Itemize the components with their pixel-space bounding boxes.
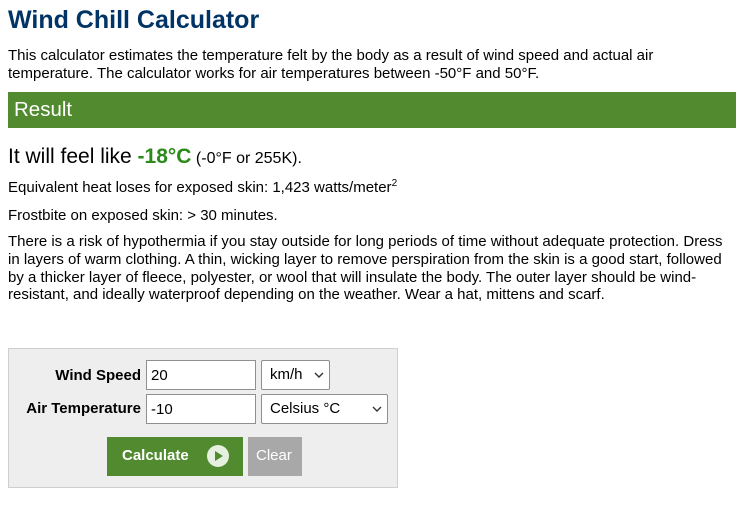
page-title: Wind Chill Calculator bbox=[8, 6, 260, 34]
feel-like-line: It will feel like -18°C (-0°F or 255K). bbox=[8, 143, 302, 173]
wind-speed-unit-select[interactable]: km/h bbox=[261, 360, 330, 390]
calculate-button[interactable]: Calculate bbox=[107, 437, 243, 476]
air-temperature-unit-value: Celsius °C bbox=[270, 400, 341, 417]
heat-loss-line: Equivalent heat loses for exposed skin: … bbox=[8, 179, 397, 197]
wind-speed-input[interactable] bbox=[146, 360, 256, 390]
clear-button[interactable]: Clear bbox=[248, 437, 302, 476]
clear-button-label: Clear bbox=[256, 447, 292, 464]
feel-like-prefix: It will feel like bbox=[8, 145, 138, 168]
heat-loss-text: Equivalent heat loses for exposed skin: … bbox=[8, 179, 392, 196]
result-header: Result bbox=[8, 92, 736, 128]
intro-text: This calculator estimates the temperatur… bbox=[8, 47, 654, 82]
frostbite-line: Frostbite on exposed skin: > 30 minutes. bbox=[8, 207, 278, 224]
feel-like-alternate-units: (-0°F or 255K). bbox=[191, 150, 302, 167]
wind-speed-unit-value: km/h bbox=[270, 366, 303, 383]
air-temperature-unit-select[interactable]: Celsius °C bbox=[261, 394, 388, 424]
air-temperature-input[interactable] bbox=[146, 394, 256, 424]
calculate-button-label: Calculate bbox=[122, 447, 189, 464]
wind-speed-label: Wind Speed bbox=[55, 367, 141, 384]
chevron-down-icon bbox=[372, 406, 382, 412]
feel-like-temperature: -18°C bbox=[137, 145, 192, 168]
air-temperature-label: Air Temperature bbox=[26, 400, 141, 417]
chevron-down-icon bbox=[314, 372, 324, 378]
play-circle-icon bbox=[207, 445, 229, 467]
heat-loss-exponent: 2 bbox=[391, 178, 398, 189]
result-heading: Result bbox=[14, 98, 73, 121]
advice-text: There is a risk of hypothermia if you st… bbox=[8, 233, 723, 304]
calculator-form: Wind Speed km/h Air Temperature Celsius … bbox=[8, 348, 398, 488]
